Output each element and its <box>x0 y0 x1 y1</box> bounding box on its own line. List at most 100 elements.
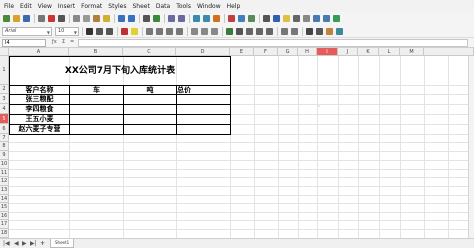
column-header-j[interactable]: J <box>338 48 358 56</box>
define-print-area-icon[interactable] <box>303 15 310 22</box>
new-icon[interactable] <box>3 15 10 22</box>
next-sheet-icon[interactable]: ▶ <box>22 240 27 247</box>
menu-format[interactable]: Format <box>81 3 102 10</box>
column-header-h[interactable]: H <box>298 48 317 56</box>
menu-edit[interactable]: Edit <box>20 3 32 10</box>
headers-footers-icon[interactable] <box>293 15 300 22</box>
align-middle-icon[interactable] <box>201 28 208 35</box>
row-header-13[interactable]: 13 <box>0 186 9 195</box>
bold-icon[interactable] <box>86 28 93 35</box>
column-header-k[interactable]: K <box>358 48 379 56</box>
add-decimal-icon[interactable] <box>256 28 263 35</box>
row-header-5[interactable]: 5 <box>0 114 9 124</box>
spelling-icon[interactable] <box>153 15 160 22</box>
column-header-c[interactable]: C <box>123 48 176 56</box>
customer-cell[interactable]: 赵六麦子专营 <box>10 125 69 134</box>
sheet-tab-sheet1[interactable]: Sheet1 <box>50 239 75 248</box>
column-header-i[interactable]: I <box>317 48 338 56</box>
percent-icon[interactable] <box>236 28 243 35</box>
find-icon[interactable] <box>143 15 150 22</box>
row-header-7[interactable]: 7 <box>0 134 9 142</box>
equals-icon[interactable]: = <box>70 39 74 45</box>
column-header-g[interactable]: G <box>278 48 298 56</box>
image-icon[interactable] <box>228 15 235 22</box>
print-icon[interactable] <box>58 15 65 22</box>
row-header-9[interactable]: 9 <box>0 151 9 160</box>
customer-cell[interactable]: 李四粮食 <box>10 105 69 114</box>
pdf-icon[interactable] <box>48 15 55 22</box>
column-header-f[interactable]: F <box>254 48 278 56</box>
sort-icon[interactable] <box>193 15 200 22</box>
freeze-rows-icon[interactable] <box>313 15 320 22</box>
font-color-icon[interactable] <box>121 28 128 35</box>
menu-data[interactable]: Data <box>156 3 170 10</box>
align-right-icon[interactable] <box>166 28 173 35</box>
row-header-18[interactable]: 18 <box>0 229 9 238</box>
sort-desc-icon[interactable] <box>203 15 210 22</box>
show-draw-functions-icon[interactable] <box>333 15 340 22</box>
row-header-14[interactable]: 14 <box>0 195 9 203</box>
row-header-11[interactable]: 11 <box>0 169 9 177</box>
row-header-6[interactable]: 6 <box>0 124 9 134</box>
row-header-8[interactable]: 8 <box>0 142 9 151</box>
column-header-b[interactable]: B <box>69 48 123 56</box>
justify-icon[interactable] <box>176 28 183 35</box>
align-top-icon[interactable] <box>191 28 198 35</box>
paste-icon[interactable] <box>93 15 100 22</box>
open-icon[interactable] <box>13 15 20 22</box>
row-header-2[interactable]: 2 <box>0 85 9 94</box>
font-size-box[interactable]: 10 ▼ <box>55 27 79 36</box>
row-header-16[interactable]: 16 <box>0 212 9 220</box>
row-header-3[interactable]: 3 <box>0 94 9 104</box>
menu-styles[interactable]: Styles <box>108 3 126 10</box>
customer-cell[interactable]: 王五小麦 <box>10 115 69 124</box>
align-bottom-icon[interactable] <box>211 28 218 35</box>
row-icon[interactable] <box>168 15 175 22</box>
header-customer-name[interactable]: 客户名称 <box>10 86 69 94</box>
chevron-down-icon[interactable]: ▼ <box>74 29 77 36</box>
align-center-icon[interactable] <box>156 28 163 35</box>
chevron-down-icon[interactable]: ▼ <box>47 29 50 36</box>
customer-cell[interactable]: 张三粮配 <box>10 95 69 104</box>
row-header-12[interactable]: 12 <box>0 177 9 186</box>
save-icon[interactable] <box>23 15 30 22</box>
font-name-box[interactable]: Arial ▼ <box>2 27 52 36</box>
vertical-scrollbar[interactable] <box>468 56 474 238</box>
spreadsheet-grid[interactable]: A B C D E F G H I J K L M 1 2 3 4 5 6 7 … <box>0 48 474 238</box>
italic-icon[interactable] <box>96 28 103 35</box>
menu-view[interactable]: View <box>38 3 52 10</box>
delete-decimal-icon[interactable] <box>266 28 273 35</box>
select-all-corner[interactable] <box>0 48 9 56</box>
sum-icon[interactable]: Σ <box>62 39 65 45</box>
copy-icon[interactable] <box>83 15 90 22</box>
column-header-m[interactable]: M <box>400 48 424 56</box>
header-trucks[interactable]: 车 <box>70 86 123 94</box>
name-box[interactable]: I4 <box>2 39 46 47</box>
special-character-icon[interactable] <box>263 15 270 22</box>
table-title[interactable]: XX公司7月下旬入库统计表 <box>10 57 230 85</box>
add-sheet-icon[interactable]: + <box>40 240 45 247</box>
row-header-15[interactable]: 15 <box>0 203 9 212</box>
cell-i4[interactable]: ` <box>318 105 338 114</box>
hyperlink-icon[interactable] <box>273 15 280 22</box>
menu-tools[interactable]: Tools <box>176 3 191 10</box>
increase-indent-icon[interactable] <box>281 28 288 35</box>
function-wizard-icon[interactable]: ƒx <box>52 39 57 45</box>
chart-icon[interactable] <box>238 15 245 22</box>
column-header-d[interactable]: D <box>176 48 230 56</box>
last-sheet-icon[interactable]: ▶| <box>30 240 37 247</box>
undo-icon[interactable] <box>118 15 125 22</box>
border-style-icon[interactable] <box>316 28 323 35</box>
menu-file[interactable]: File <box>4 3 14 10</box>
column-header-a[interactable]: A <box>9 48 69 56</box>
underline-icon[interactable] <box>106 28 113 35</box>
currency-icon[interactable] <box>226 28 233 35</box>
cut-icon[interactable] <box>73 15 80 22</box>
row-header-10[interactable]: 10 <box>0 160 9 169</box>
menu-insert[interactable]: Insert <box>58 3 75 10</box>
menu-sheet[interactable]: Sheet <box>133 3 150 10</box>
header-tons[interactable]: 吨 <box>124 86 176 94</box>
column-header-l[interactable]: L <box>379 48 400 56</box>
row-header-4[interactable]: 4 <box>0 104 9 114</box>
highlight-color-icon[interactable] <box>131 28 138 35</box>
